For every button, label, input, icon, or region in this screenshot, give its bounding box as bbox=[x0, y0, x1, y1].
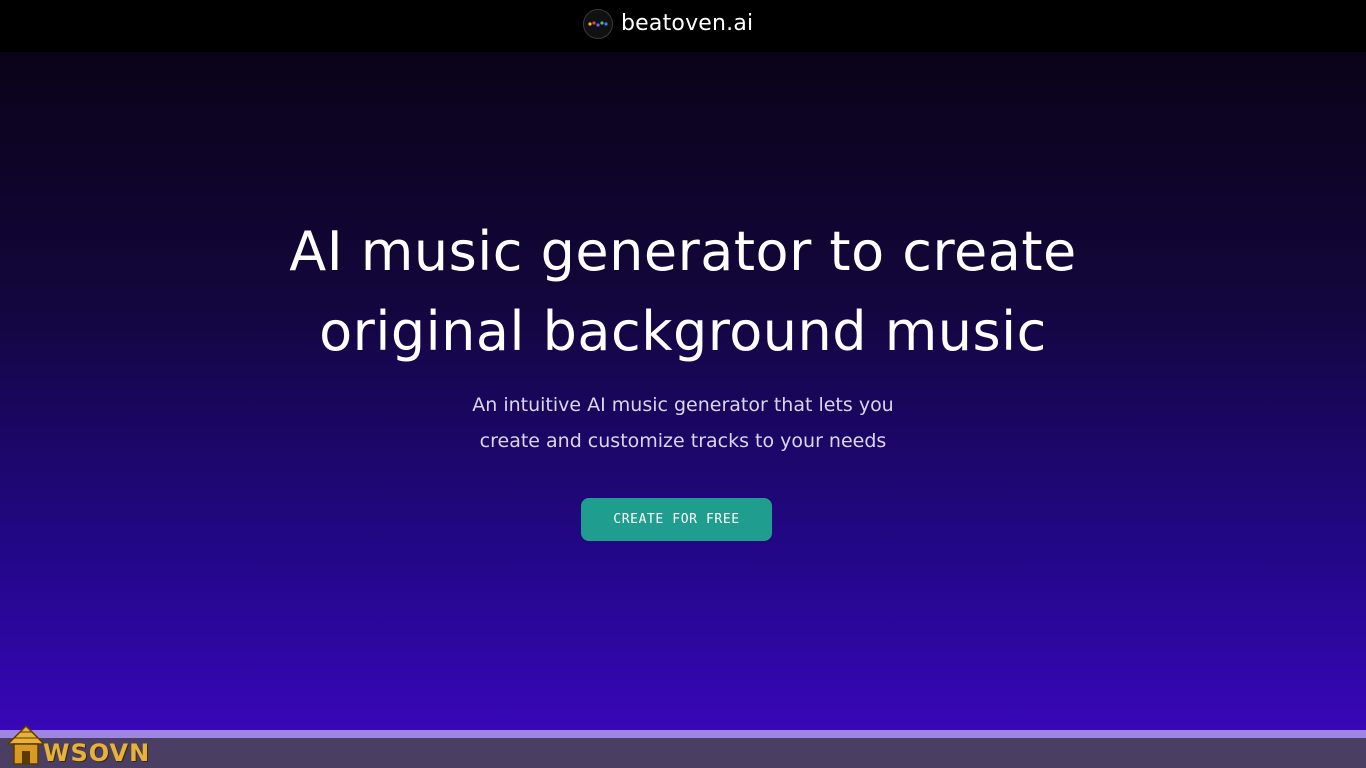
hut-logo-icon bbox=[6, 724, 46, 765]
hero-section: AI music generator to create original ba… bbox=[0, 52, 1366, 730]
accent-strip bbox=[0, 730, 1366, 738]
bottom-bar bbox=[0, 738, 1366, 768]
hero-title-line-2: original background music bbox=[319, 300, 1047, 363]
hero-subtitle-line-2: create and customize tracks to your need… bbox=[479, 430, 887, 452]
brand-link[interactable]: beatoven.ai bbox=[583, 9, 753, 39]
top-navigation-bar: beatoven.ai bbox=[0, 0, 1366, 52]
brand-name: beatoven.ai bbox=[621, 11, 754, 36]
watermark-text: WSOVN bbox=[43, 739, 151, 767]
hero-title: AI music generator to create original ba… bbox=[120, 212, 1246, 372]
create-for-free-button[interactable]: CREATE FOR FREE bbox=[581, 498, 772, 541]
watermark: WSOVN bbox=[6, 724, 149, 768]
beatoven-logo-icon bbox=[583, 9, 613, 39]
hero-title-line-1: AI music generator to create bbox=[289, 220, 1077, 283]
hero-subtitle: An intuitive AI music generator that let… bbox=[383, 387, 983, 459]
page: beatoven.ai AI music generator to create… bbox=[0, 0, 1366, 768]
hero-subtitle-line-1: An intuitive AI music generator that let… bbox=[472, 394, 894, 416]
